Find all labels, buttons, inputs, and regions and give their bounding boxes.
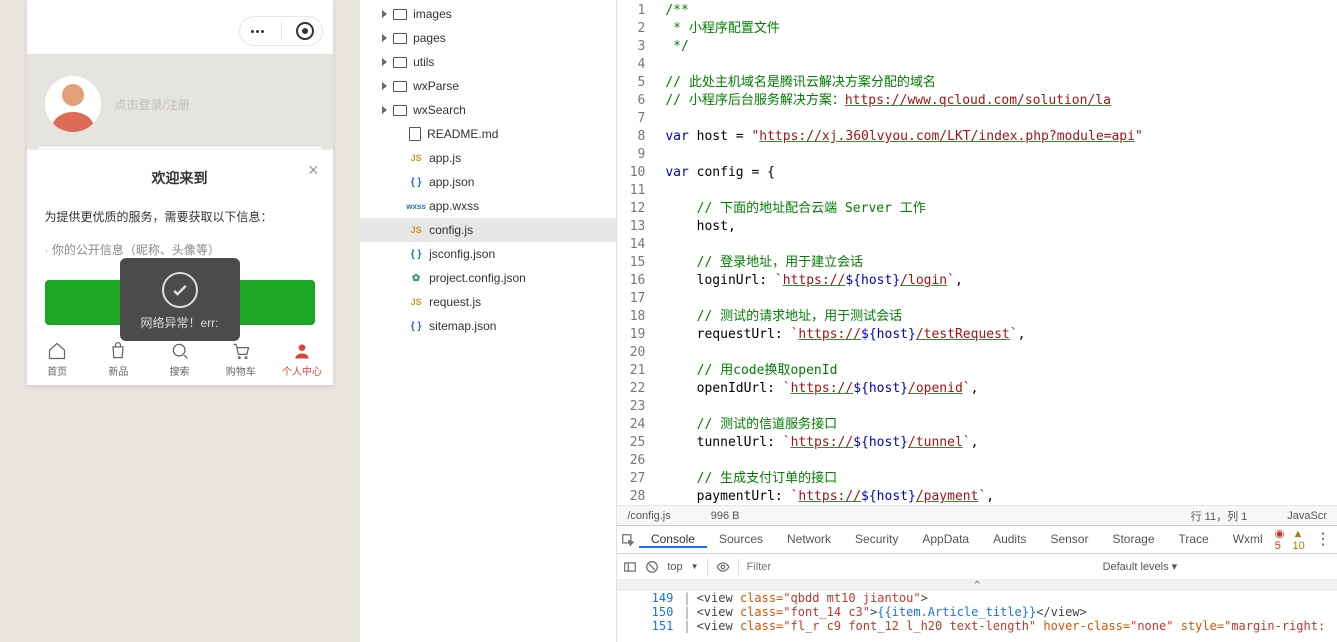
modal-text-2: · 你的公开信息（昵称、头像等） [45,241,315,258]
file-item-app.js[interactable]: JSapp.js [360,146,616,170]
js-icon: JS [409,151,423,165]
json-icon: { } [409,247,423,261]
status-size: 996 B [711,510,740,522]
levels-select[interactable]: Default levels ▾ [1103,560,1178,573]
clear-console-icon[interactable] [645,560,659,574]
user-icon [291,341,313,361]
devtools-tabs: ConsoleSourcesNetworkSecurityAppDataAudi… [617,526,1337,554]
phone-frame: 点击登录/注册 我的订单 查看全部订单 待付款 待发货 待收货 待评价 退货 ×… [27,0,333,385]
more-icon[interactable]: ⋮ [1315,534,1331,546]
console-line: 150|<view class="font_14 c3">{{item.Arti… [617,605,1337,619]
js-icon: JS [409,295,423,309]
status-lang: JavaScr [1287,510,1327,522]
gutter: 1234567891011121314151617181920212223242… [617,0,665,505]
folder-icon [393,81,407,92]
file-item-utils[interactable]: utils [360,50,616,74]
file-item-README.md[interactable]: README.md [360,122,616,146]
file-item-app.json[interactable]: { }app.json [360,170,616,194]
file-item-request.js[interactable]: JSrequest.js [360,290,616,314]
mini-program-topbar [27,8,333,54]
bag-icon [107,341,129,361]
wxss-icon: wxss [409,199,423,213]
file-item-wxSearch[interactable]: wxSearch [360,98,616,122]
folder-icon [393,57,407,68]
console-line: 151|<view class="fl_r c9 font_12 l_h20 t… [617,619,1337,633]
check-icon [162,272,198,308]
console-line: 149|<view class="qbdd mt10 jiantou"> [617,591,1337,605]
caret-right-icon [382,82,387,90]
devtools-tab-sensor[interactable]: Sensor [1038,532,1100,546]
devtools-tab-console[interactable]: Console [639,532,707,548]
tab-profile[interactable]: 个人中心 [271,334,332,385]
folder-icon [393,33,407,44]
json-icon: { } [409,319,423,333]
right-pane: 1234567891011121314151617181920212223242… [617,0,1337,642]
modal-title: 欢迎来到 [45,168,315,188]
collapse-caret[interactable]: ^ [617,580,1337,591]
more-icon [248,30,268,33]
folder-icon [393,105,407,116]
close-icon[interactable]: × [308,160,319,181]
tab-home[interactable]: 首页 [27,334,88,385]
devtools-tab-security[interactable]: Security [843,532,910,546]
warning-indicator[interactable]: ▲ 10 [1293,528,1309,552]
scope-select[interactable]: top [667,561,682,573]
caret-right-icon [382,106,387,114]
user-header: 点击登录/注册 [27,54,333,154]
caret-right-icon [382,58,387,66]
code-area[interactable]: /** * 小程序配置文件 */ // 此处主机域名是腾讯云解决方案分配的域名/… [665,0,1142,505]
devtools-tab-network[interactable]: Network [775,532,843,546]
console-toolbar: top▼ Default levels ▾ [617,554,1337,580]
filter-input[interactable] [747,558,927,576]
devtools: ConsoleSourcesNetworkSecurityAppDataAudi… [617,525,1337,642]
close-target-icon [296,22,314,40]
file-item-wxParse[interactable]: wxParse [360,74,616,98]
js-icon: JS [409,223,423,237]
devtools-tab-sources[interactable]: Sources [707,532,775,546]
file-item-jsconfig.json[interactable]: { }jsconfig.json [360,242,616,266]
search-icon [169,341,191,361]
file-item-images[interactable]: images [360,2,616,26]
file-item-app.wxss[interactable]: wxssapp.wxss [360,194,616,218]
devtools-tab-appdata[interactable]: AppData [910,532,981,546]
status-bar [27,0,333,8]
console-body[interactable]: ^ 149|<view class="qbdd mt10 jiantou">15… [617,580,1337,642]
editor-status-bar: /config.js 996 B 行 11，列 1 JavaScr [617,505,1337,525]
error-indicator[interactable]: ◉ 5 [1275,527,1287,552]
file-item-sitemap.json[interactable]: { }sitemap.json [360,314,616,338]
inspect-icon[interactable] [617,533,639,547]
toast: 网络异常！err: [120,258,240,341]
code-editor[interactable]: 1234567891011121314151617181920212223242… [617,0,1337,505]
eye-icon[interactable] [716,560,730,574]
file-explorer[interactable]: imagespagesutilswxParsewxSearchREADME.md… [359,0,617,642]
file-icon [409,127,421,141]
tab-search[interactable]: 搜索 [149,334,210,385]
login-prompt[interactable]: 点击登录/注册 [115,96,190,113]
sidebar-toggle-icon[interactable] [623,560,637,574]
avatar[interactable] [45,76,101,132]
devtools-tab-storage[interactable]: Storage [1100,532,1166,546]
tab-cart[interactable]: 购物车 [210,334,271,385]
devtools-tab-trace[interactable]: Trace [1167,532,1221,546]
folder-icon [393,9,407,20]
file-item-config.js[interactable]: JSconfig.js [360,218,616,242]
gear-icon: ✿ [409,271,423,285]
json-icon: { } [409,175,423,189]
status-path: /config.js [627,510,670,522]
modal-text-1: 为提供更优质的服务，需要获取以下信息： [45,208,315,225]
status-cursor-pos: 行 11，列 1 [1191,508,1248,524]
tab-new[interactable]: 新品 [88,334,149,385]
devtools-tab-wxml[interactable]: Wxml [1221,532,1275,546]
file-item-pages[interactable]: pages [360,26,616,50]
simulator-panel: 点击登录/注册 我的订单 查看全部订单 待付款 待发货 待收货 待评价 退货 ×… [0,0,359,642]
home-icon [46,341,68,361]
file-item-project.config.json[interactable]: ✿project.config.json [360,266,616,290]
cart-icon [230,341,252,361]
caret-right-icon [382,10,387,18]
capsule-button[interactable] [239,16,323,46]
caret-right-icon [382,34,387,42]
devtools-tab-audits[interactable]: Audits [981,532,1038,546]
